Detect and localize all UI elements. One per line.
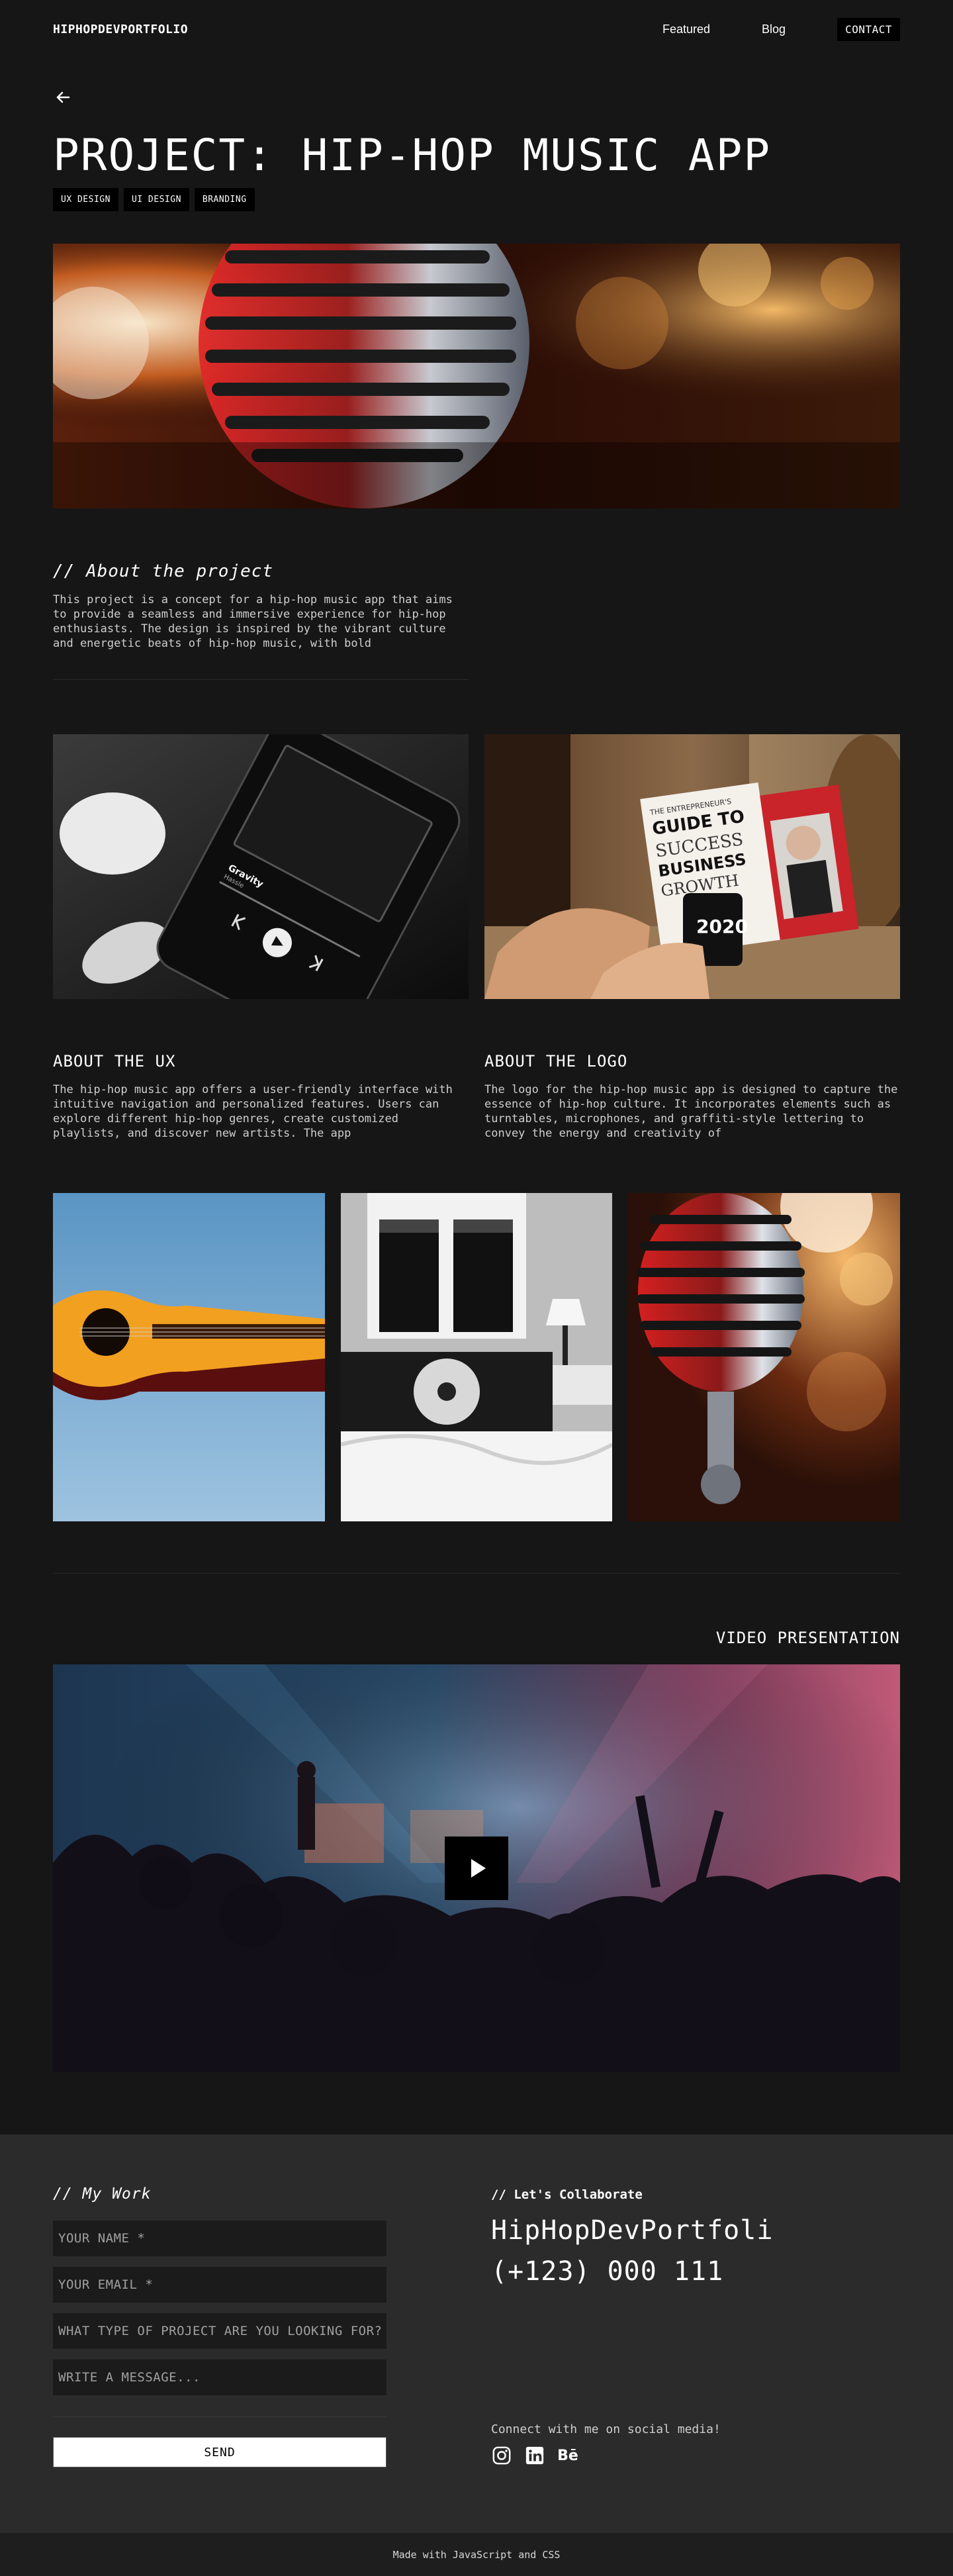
logo-heading: ABOUT THE LOGO — [484, 1052, 628, 1071]
ux-text: The hip-hop music app offers a user-frie… — [53, 1083, 453, 1140]
form-divider — [53, 2416, 386, 2417]
behance-icon[interactable]: Bē — [557, 2445, 578, 2466]
my-work-heading: // My Work — [53, 2185, 152, 2203]
send-button[interactable]: SEND — [53, 2437, 386, 2467]
project-tags: UX DESIGN UI DESIGN BRANDING — [53, 188, 255, 211]
nav-menu: Featured Blog CONTACT — [662, 17, 900, 41]
about-heading: // About the project — [53, 561, 274, 581]
bottom-bar: Made with JavaScript and CSS — [0, 2533, 953, 2576]
footer-phone[interactable]: (+123) 000 111 — [491, 2256, 723, 2287]
social-label: Connect with me on social media! — [491, 2422, 721, 2436]
guitar-image — [53, 1193, 325, 1521]
about-text: This project is a concept for a hip-hop … — [53, 593, 453, 650]
footer-brand: HipHopDevPortfoli — [491, 2215, 774, 2246]
mug-text: 2020 — [696, 916, 748, 937]
tag-branding: BRANDING — [194, 188, 255, 211]
logo-text: The logo for the hip-hop music app is de… — [484, 1083, 898, 1140]
social-links: Bē — [491, 2445, 578, 2466]
nav-contact-button[interactable]: CONTACT — [837, 17, 900, 41]
nav-blog[interactable]: Blog — [762, 23, 786, 36]
bedroom-vinyl-image — [341, 1193, 612, 1521]
nav-featured[interactable]: Featured — [662, 23, 710, 36]
instagram-icon[interactable] — [491, 2445, 512, 2466]
back-arrow-icon[interactable] — [53, 87, 73, 107]
email-input[interactable]: YOUR EMAIL * — [53, 2267, 386, 2303]
video-heading: VIDEO PRESENTATION — [715, 1629, 900, 1647]
message-input[interactable]: WRITE A MESSAGE... — [53, 2360, 386, 2395]
tag-ux-design: UX DESIGN — [53, 188, 118, 211]
collaborate-heading: // Let's Collaborate — [491, 2187, 643, 2202]
ux-heading: ABOUT THE UX — [53, 1052, 176, 1071]
top-navigation: HIPHOPDEVPORTFOLIO Featured Blog CONTACT — [0, 0, 953, 58]
linkedin-icon[interactable] — [524, 2445, 545, 2466]
made-with-text: Made with JavaScript and CSS — [392, 2548, 561, 2561]
page: HIPHOPDEVPORTFOLIO Featured Blog CONTACT… — [0, 0, 953, 2576]
microphone-close-up-image — [628, 1193, 900, 1521]
name-input[interactable]: YOUR NAME * — [53, 2220, 386, 2256]
site-logo[interactable]: HIPHOPDEVPORTFOLIO — [53, 23, 188, 36]
play-icon — [471, 1859, 486, 1878]
business-book-image: THE ENTREPRENEUR'S GUIDE TO SUCCESS BUSI… — [484, 734, 900, 999]
phone-earbuds-image: Gravity Hassle — [53, 734, 469, 999]
gallery-divider — [53, 1573, 900, 1574]
project-title: PROJECT: HIP-HOP MUSIC APP — [53, 130, 772, 181]
play-button[interactable] — [445, 1837, 508, 1900]
hero-microphone-image — [53, 244, 900, 508]
about-divider — [53, 679, 469, 680]
project-type-input[interactable]: WHAT TYPE OF PROJECT ARE YOU LOOKING FOR… — [53, 2313, 386, 2349]
tag-ui-design: UI DESIGN — [123, 188, 189, 211]
